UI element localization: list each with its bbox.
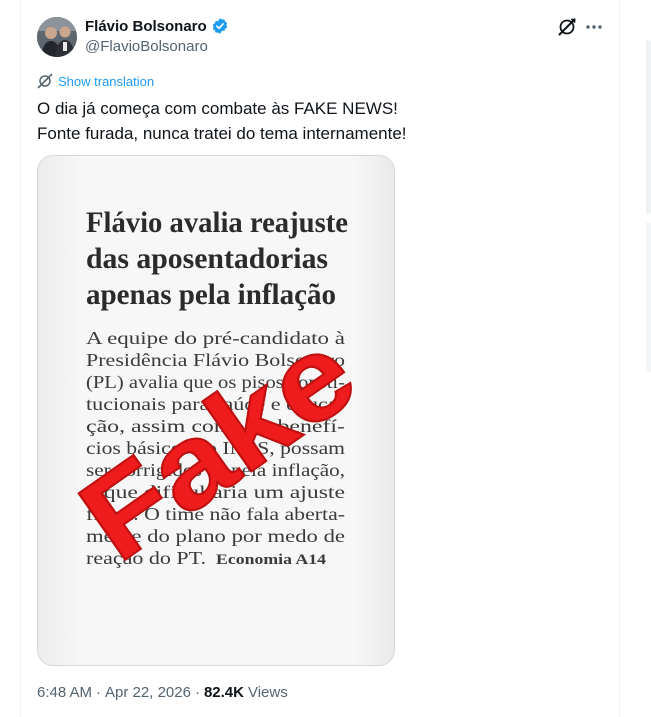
headline-line: Flávio avalia reajuste xyxy=(86,206,348,239)
side-panel-edge-lower xyxy=(646,222,651,372)
views-count: 82.4K xyxy=(203,684,244,701)
headline-line: das aposentadorias xyxy=(86,242,328,275)
tweet-date[interactable]: Apr 22, 2026 xyxy=(105,684,191,701)
author-handle[interactable]: @FlavioBolsonaro xyxy=(85,38,208,55)
tweet-text-line: Fonte furada, nunca tratei do tema inter… xyxy=(37,124,407,143)
views-label: Views xyxy=(247,684,288,701)
show-translation-link[interactable]: Show translation xyxy=(37,73,154,89)
tweet-time[interactable]: 6:48 AM xyxy=(37,684,92,701)
show-translation-label: Show translation xyxy=(58,73,155,89)
tweet-meta: 6:48 AM · Apr 22, 2026 · 82.4K Views xyxy=(37,684,288,701)
meta-separator: · xyxy=(96,684,102,701)
author-name-row: Flávio Bolsonaro xyxy=(85,17,229,35)
more-dots-glyph xyxy=(586,25,602,29)
tweet-media-image[interactable]: Flávio avalia reajuste das aposentadoria… xyxy=(37,155,395,666)
tweet-text: O dia já começa com combate às FAKE NEWS… xyxy=(37,96,597,146)
meta-separator: · xyxy=(194,684,200,701)
section-reference: Economia A14 xyxy=(216,552,327,568)
avatar[interactable] xyxy=(37,17,77,57)
side-panel-edge xyxy=(646,40,651,214)
more-options-icon[interactable] xyxy=(584,17,604,37)
translate-icon xyxy=(37,73,53,89)
verified-badge-icon xyxy=(212,18,227,34)
grok-icon-glyph xyxy=(558,18,576,36)
avatar-image xyxy=(37,17,77,57)
grok-icon[interactable] xyxy=(557,17,577,37)
newspaper-clipping: Flávio avalia reajuste das aposentadoria… xyxy=(38,156,394,665)
headline-line: apenas pela inflação xyxy=(86,278,336,311)
tweet-text-line: O dia já começa com combate às FAKE NEWS… xyxy=(37,99,398,118)
author-display-name[interactable]: Flávio Bolsonaro xyxy=(85,18,207,35)
